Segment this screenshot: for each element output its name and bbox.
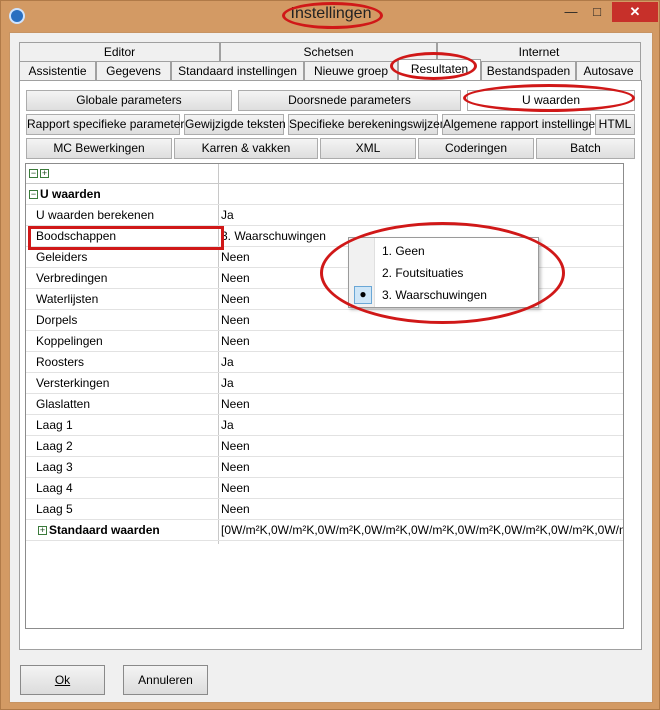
property-value[interactable]: Ja — [221, 355, 234, 369]
property-name: Laag 2 — [36, 439, 73, 453]
cancel-button[interactable]: Annuleren — [123, 665, 208, 695]
maximize-button[interactable]: □ — [584, 2, 610, 22]
property-value[interactable]: Neen — [221, 502, 250, 516]
property-name: Laag 5 — [36, 502, 73, 516]
property-name: Geleiders — [36, 250, 88, 264]
expand-icon[interactable]: + — [38, 526, 47, 535]
batch-button[interactable]: Batch — [536, 138, 635, 159]
table-row[interactable]: Koppelingen Neen — [26, 331, 623, 352]
tab-nieuwe-groep[interactable]: Nieuwe groep — [304, 61, 398, 80]
property-value[interactable]: Neen — [221, 397, 250, 411]
ok-label: Ok — [54, 673, 71, 687]
dropdown-option[interactable]: 2. Foutsituaties — [349, 262, 538, 284]
property-name: Koppelingen — [36, 334, 103, 348]
table-row[interactable]: U waarden berekenen Ja — [26, 205, 623, 226]
tab-autosave[interactable]: Autosave — [576, 61, 641, 80]
property-value[interactable]: Neen — [221, 460, 250, 474]
property-name: Verbredingen — [36, 271, 108, 285]
property-value[interactable]: Neen — [221, 439, 250, 453]
ok-button[interactable]: Ok — [20, 665, 105, 695]
property-name: Glaslatten — [36, 397, 91, 411]
property-name: Dorpels — [36, 313, 78, 327]
property-name: Laag 1 — [36, 418, 73, 432]
property-value[interactable]: Neen — [221, 334, 250, 348]
option-label: 1. Geen — [382, 244, 425, 258]
property-value[interactable]: Ja — [221, 418, 234, 432]
property-value[interactable]: Ja — [221, 376, 234, 390]
property-name: Waterlijsten — [36, 292, 99, 306]
property-name: U waarden berekenen — [36, 208, 155, 222]
option-label: 3. Waarschuwingen — [382, 288, 487, 302]
property-value[interactable]: Ja — [221, 208, 234, 222]
table-row[interactable]: Laag 5 Neen — [26, 499, 623, 520]
table-row[interactable]: Roosters Ja — [26, 352, 623, 373]
dialog-client: Editor Schetsen Internet Assistentie Geg… — [9, 32, 653, 703]
selected-bullet-icon: ● — [354, 286, 372, 304]
property-name: Laag 4 — [36, 481, 73, 495]
minimize-button[interactable]: — — [558, 2, 584, 22]
property-value[interactable]: Neen — [221, 250, 250, 264]
title-bar: Instellingen — □ ✕ — [1, 1, 660, 31]
section-label: U waarden — [40, 187, 101, 201]
property-name: Laag 3 — [36, 460, 73, 474]
tab-assistentie[interactable]: Assistentie — [19, 61, 96, 80]
dropdown-option[interactable]: 1. Geen — [349, 240, 538, 262]
option-label: 2. Foutsituaties — [382, 266, 464, 280]
close-button[interactable]: ✕ — [612, 2, 658, 22]
algemene-rapport-instellingen-button[interactable]: Algemene rapport instellingen — [442, 114, 602, 135]
table-row[interactable]: Dorpels Neen — [26, 310, 623, 331]
window-frame: Instellingen — □ ✕ Editor Schetsen Inter… — [0, 0, 660, 710]
section-header-u-waarden[interactable]: − U waarden — [26, 184, 623, 205]
section-label: Standaard waarden — [49, 523, 160, 537]
dropdown-option-selected[interactable]: ● 3. Waarschuwingen — [349, 284, 538, 306]
collapse-icon[interactable]: − — [29, 190, 38, 199]
expand-all-icon[interactable]: + — [40, 169, 49, 178]
table-row[interactable]: Glaslatten Neen — [26, 394, 623, 415]
tab-gegevens[interactable]: Gegevens — [96, 61, 171, 80]
gewijzigde-teksten-button[interactable]: Gewijzigde teksten — [184, 114, 286, 135]
property-value[interactable]: Neen — [221, 271, 250, 285]
table-row[interactable]: Laag 2 Neen — [26, 436, 623, 457]
table-row[interactable]: Laag 1 Ja — [26, 415, 623, 436]
property-name: Boodschappen — [36, 229, 117, 243]
property-value[interactable]: Neen — [221, 313, 250, 327]
mc-bewerkingen-button[interactable]: MC Bewerkingen — [26, 138, 172, 159]
tab-editor[interactable]: Editor — [19, 42, 220, 61]
doorsnede-parameters-button[interactable]: Doorsnede parameters — [238, 90, 461, 111]
specifieke-berekeningswijzen-button[interactable]: Specifieke berekeningswijzen — [288, 114, 446, 135]
tab-page-resultaten: Globale parameters Doorsnede parameters … — [19, 80, 642, 650]
collapse-all-icon[interactable]: − — [29, 169, 38, 178]
xml-button[interactable]: XML — [320, 138, 416, 159]
u-waarden-button[interactable]: U waarden — [467, 90, 635, 111]
boodschappen-dropdown: 1. Geen 2. Foutsituaties ● 3. Waarschuwi… — [348, 237, 539, 308]
tab-bestandspaden[interactable]: Bestandspaden — [481, 61, 576, 80]
section-header-standaard-waarden[interactable]: + Standaard waarden [0W/m²K,0W/m²K,0W/m²… — [26, 520, 623, 541]
property-name: Roosters — [36, 355, 85, 369]
rapport-specifieke-parameters-button[interactable]: Rapport specifieke parameters — [26, 114, 190, 135]
property-value[interactable]: 3. Waarschuwingen — [221, 229, 326, 243]
table-row[interactable]: Laag 4 Neen — [26, 478, 623, 499]
karren-vakken-button[interactable]: Karren & vakken — [174, 138, 318, 159]
property-value[interactable]: Neen — [221, 292, 250, 306]
tab-standaard-instellingen[interactable]: Standaard instellingen — [171, 61, 304, 80]
grid-header: − + — [26, 164, 623, 184]
tab-resultaten[interactable]: Resultaten — [398, 59, 481, 81]
property-value[interactable]: Neen — [221, 481, 250, 495]
coderingen-button[interactable]: Coderingen — [418, 138, 534, 159]
html-button[interactable]: HTML — [595, 114, 635, 135]
property-value[interactable]: [0W/m²K,0W/m²K,0W/m²K,0W/m²K,0W/m²K,0W/m… — [221, 523, 623, 537]
table-row[interactable]: Laag 3 Neen — [26, 457, 623, 478]
property-name: Versterkingen — [36, 376, 110, 390]
globale-parameters-button[interactable]: Globale parameters — [26, 90, 232, 111]
table-row[interactable]: Versterkingen Ja — [26, 373, 623, 394]
property-grid: − + − U waarden U waarden berekenen Ja Bo… — [25, 163, 624, 629]
